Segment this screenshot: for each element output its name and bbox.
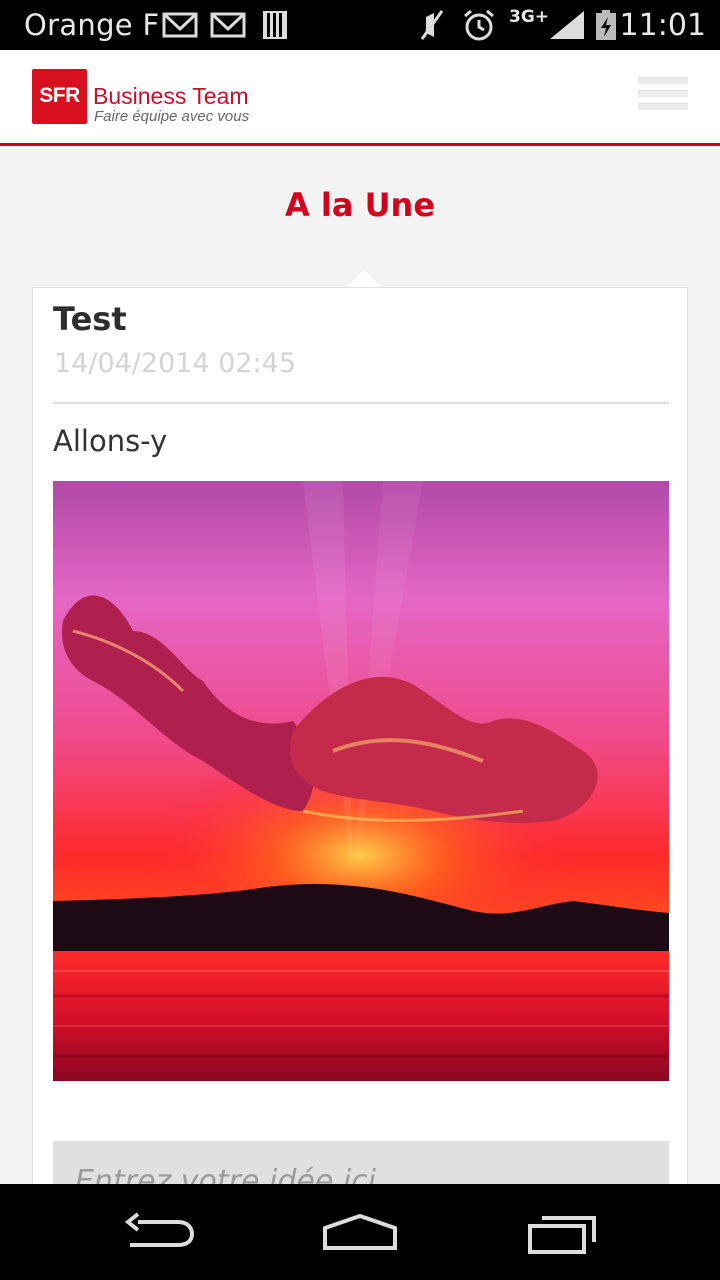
card-pointer (343, 268, 385, 289)
sfr-logo[interactable]: SFR (32, 69, 87, 124)
hamburger-menu-icon[interactable] (638, 77, 688, 117)
app-tagline: Faire équipe avec vous (94, 108, 250, 125)
app-title: Business Team (93, 83, 249, 109)
signal-icon (550, 11, 584, 39)
divider (53, 402, 669, 404)
status-bar: Orange F 3G+ 11:01 (0, 0, 720, 50)
alarm-icon (464, 9, 494, 41)
app-header: SFR Business Team Faire équipe avec vous (0, 50, 720, 146)
clock: 11:01 (619, 8, 706, 43)
post-title: Test (53, 300, 127, 338)
carrier-name: Orange F (24, 8, 160, 42)
logo-badge-text: SFR (39, 84, 80, 107)
navigation-bar (0, 1184, 720, 1280)
home-icon[interactable] (315, 1208, 405, 1258)
sim-card-icon (263, 11, 287, 39)
battery-charging-icon (596, 10, 616, 40)
recent-apps-icon[interactable] (518, 1208, 608, 1258)
post-image[interactable] (53, 481, 669, 1081)
gmail-icon (210, 12, 246, 38)
post-date: 14/04/2014 02:45 (54, 348, 297, 379)
mute-icon (420, 10, 444, 40)
gmail-icon (162, 12, 198, 38)
back-icon[interactable] (116, 1208, 206, 1258)
post-body: Allons-y (53, 424, 168, 458)
network-type: 3G+ (509, 7, 550, 27)
section-title: A la Une (284, 186, 436, 224)
news-card[interactable]: Test 14/04/2014 02:45 Allons-y (32, 287, 688, 1227)
